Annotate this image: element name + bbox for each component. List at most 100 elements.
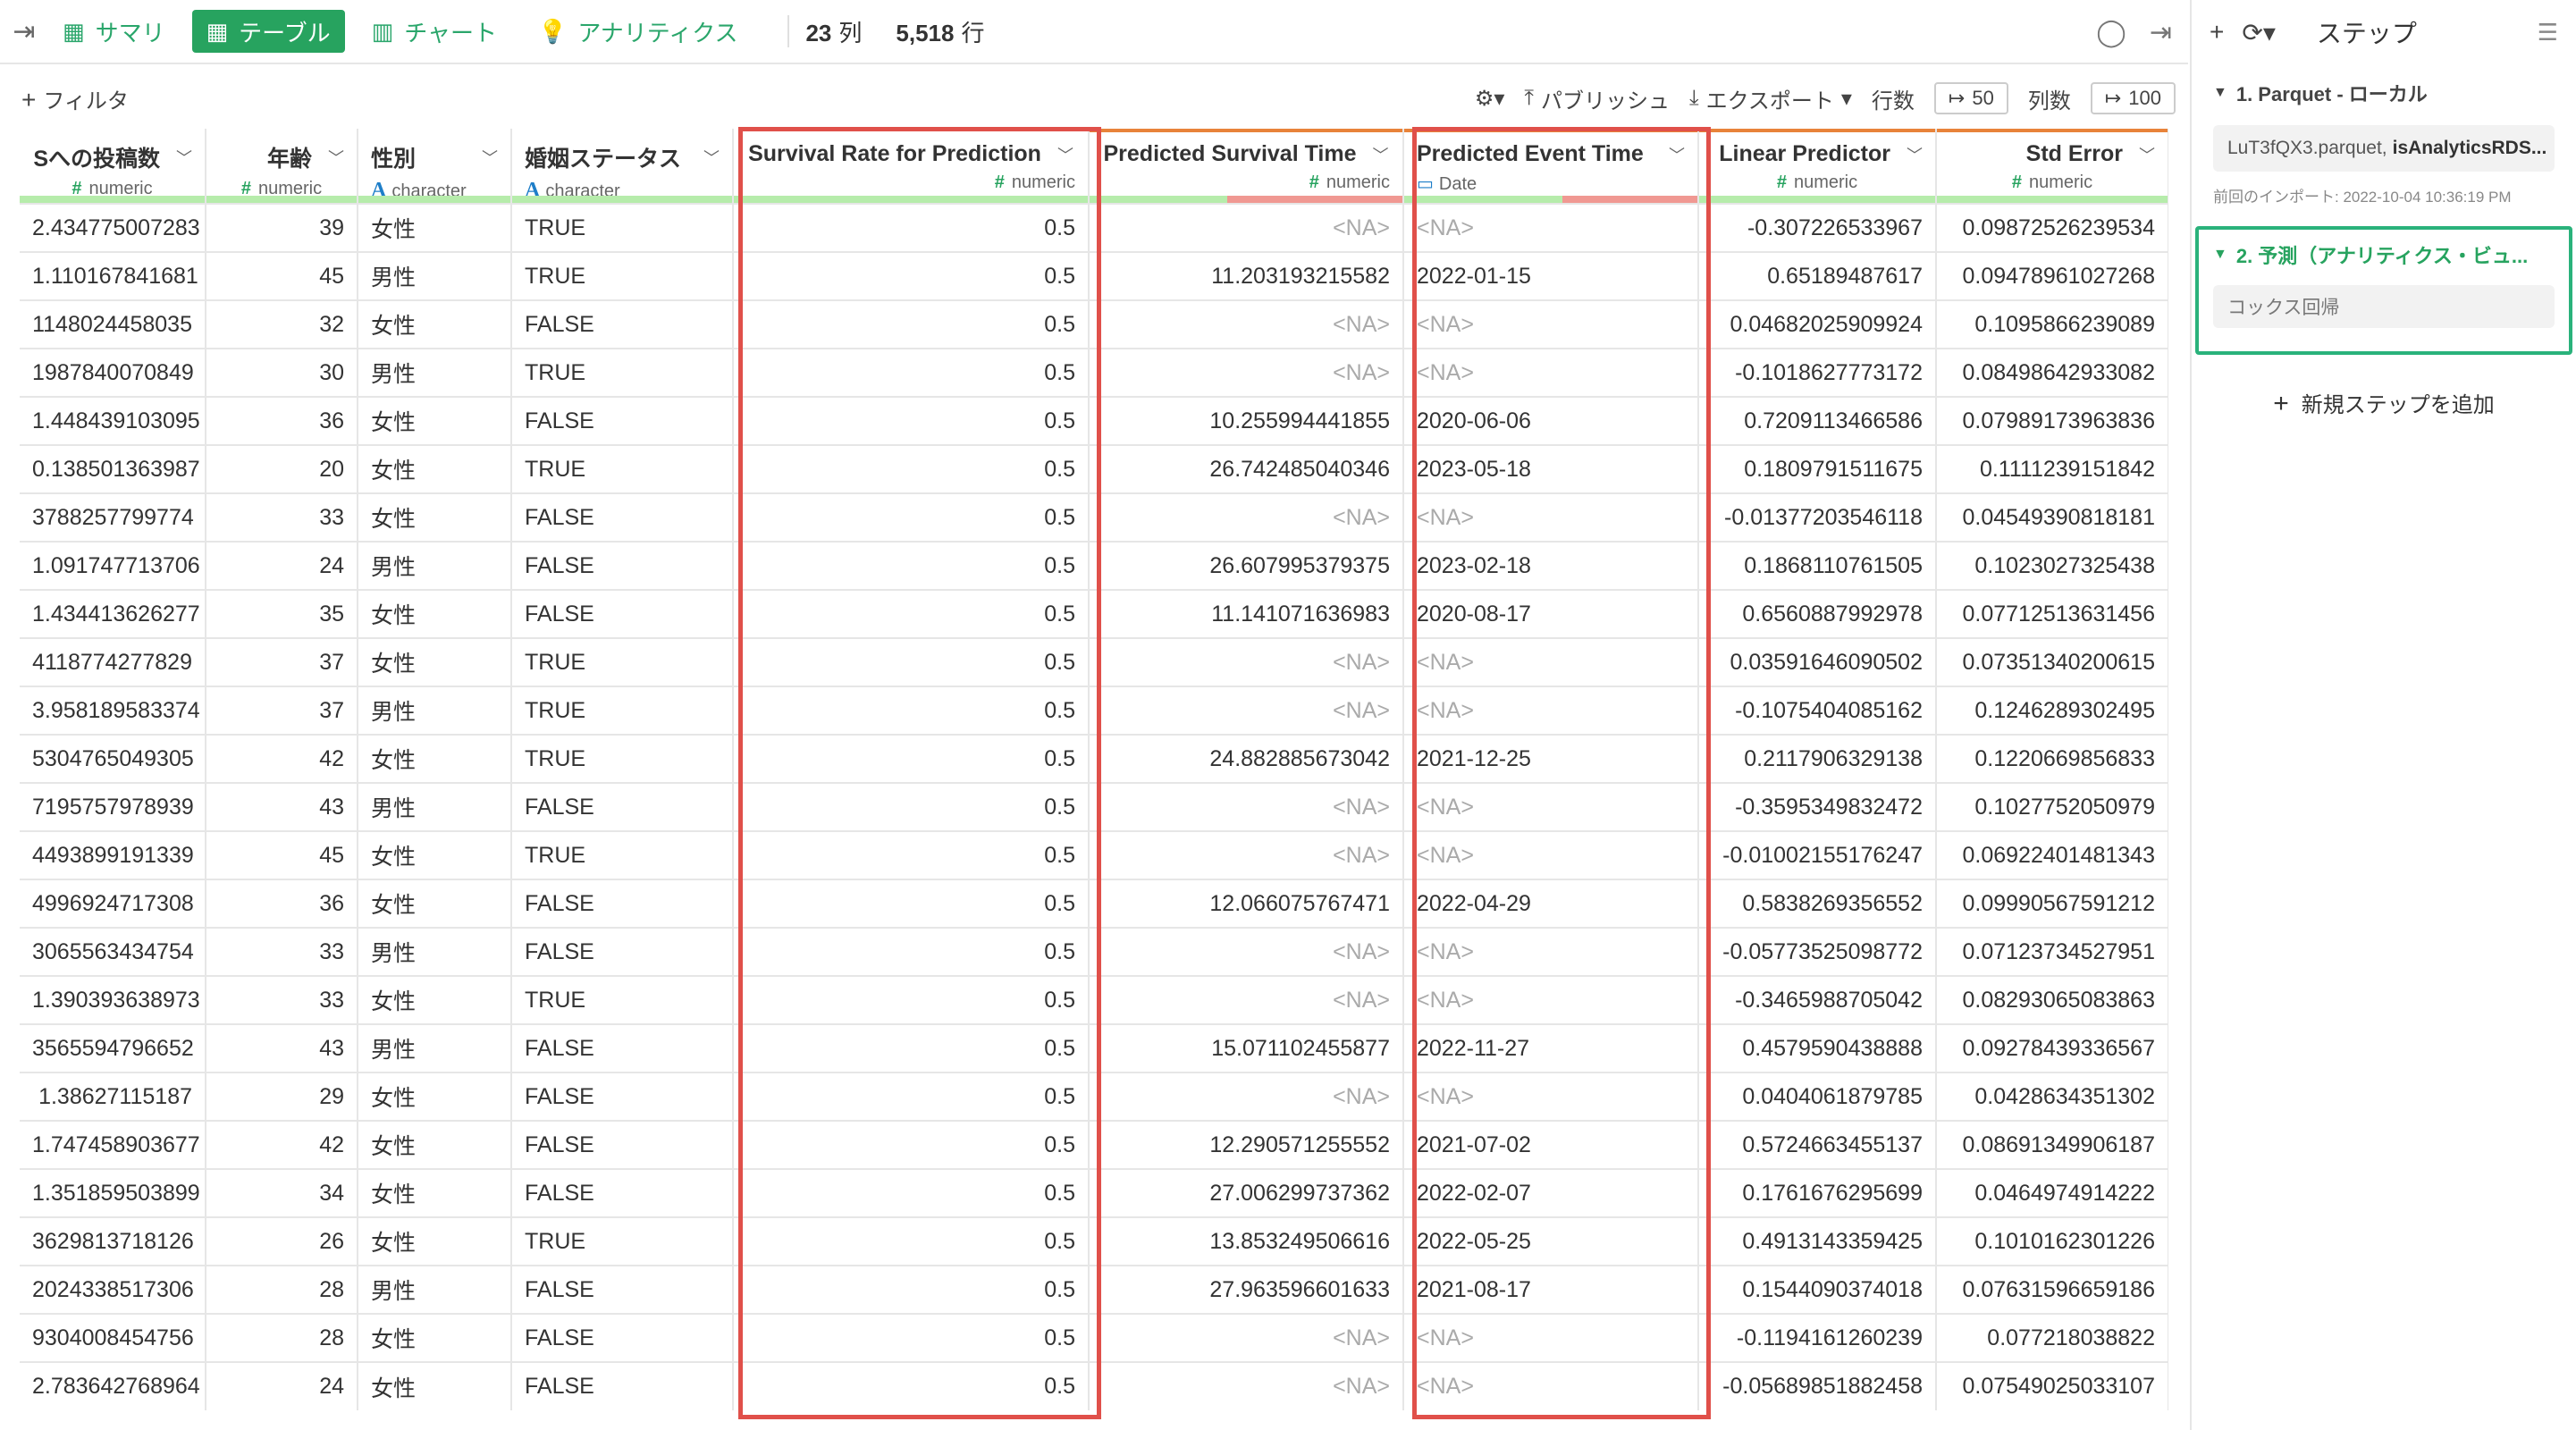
table-cell[interactable]: FALSE bbox=[511, 927, 734, 976]
table-cell[interactable]: 0.1220669856833 bbox=[1936, 734, 2168, 783]
table-cell[interactable]: FALSE bbox=[511, 1023, 734, 1072]
table-cell[interactable]: <NA> bbox=[1089, 975, 1404, 1024]
table-cell[interactable]: TRUE bbox=[511, 734, 734, 783]
chevron-down-icon[interactable]: ﹀ bbox=[1373, 143, 1389, 166]
table-row[interactable]: 2.783642768964 24 女性 FALSE 0.5 <NA> <NA> -0.056… bbox=[20, 1361, 2168, 1410]
table-cell[interactable]: 2021-08-17 bbox=[1403, 1265, 1699, 1314]
table-row[interactable]: 0.138501363987 20 女性 TRUE 0.5 26.742485040346… bbox=[20, 444, 2168, 493]
table-cell[interactable]: 0.5 bbox=[733, 782, 1090, 831]
collapse-triangle-icon[interactable]: ▼ bbox=[2213, 85, 2227, 101]
table-cell[interactable]: 0.07549025033107 bbox=[1936, 1361, 2168, 1410]
table-row[interactable]: 1.448439103095 36 女性 FALSE 0.5 10.25599444185… bbox=[20, 396, 2168, 445]
table-cell[interactable]: 0.5 bbox=[733, 1216, 1090, 1266]
table-cell[interactable]: 0.5 bbox=[733, 1265, 1090, 1314]
step-1[interactable]: ▼ 1. Parquet - ローカル LuT3fQX3.parquet, isAn… bbox=[2192, 64, 2576, 206]
table-cell[interactable]: 26.742485040346 bbox=[1089, 444, 1404, 493]
table-cell[interactable]: 女性 bbox=[358, 444, 512, 493]
table-cell[interactable]: <NA> bbox=[1403, 782, 1699, 831]
table-cell[interactable]: 0.5 bbox=[733, 589, 1090, 638]
table-cell[interactable]: 0.08293065083863 bbox=[1936, 975, 2168, 1024]
sliders-icon[interactable]: ☰ bbox=[2538, 19, 2558, 46]
table-cell[interactable]: 0.5 bbox=[733, 1072, 1090, 1121]
chevron-down-icon[interactable]: ﹀ bbox=[1057, 143, 1073, 166]
table-cell[interactable]: 0.1010162301226 bbox=[1936, 1216, 2168, 1266]
table-cell[interactable]: 0.09478961027268 bbox=[1936, 251, 2168, 300]
table-cell[interactable]: 2022-02-07 bbox=[1403, 1168, 1699, 1217]
table-cell[interactable]: 1.091747713706 bbox=[20, 541, 206, 590]
table-cell[interactable]: 0.0464974914222 bbox=[1936, 1168, 2168, 1217]
table-cell[interactable]: FALSE bbox=[511, 589, 734, 638]
table-cell[interactable]: <NA> bbox=[1089, 782, 1404, 831]
add-step-button[interactable]: + 新規ステップを追加 bbox=[2192, 387, 2576, 419]
table-cell[interactable]: 女性 bbox=[358, 975, 512, 1024]
table-cell[interactable]: 2020-06-06 bbox=[1403, 396, 1699, 445]
table-cell[interactable]: 37 bbox=[206, 637, 358, 686]
table-cell[interactable]: 12.290571255552 bbox=[1089, 1120, 1404, 1169]
table-cell[interactable]: 0.07712513631456 bbox=[1936, 589, 2168, 638]
table-cell[interactable]: 2020-08-17 bbox=[1403, 589, 1699, 638]
table-row[interactable]: 1.091747713706 24 男性 FALSE 0.5 26.60799537937… bbox=[20, 541, 2168, 590]
table-cell[interactable]: <NA> bbox=[1403, 927, 1699, 976]
table-cell[interactable]: 0.5 bbox=[733, 299, 1090, 349]
column-header[interactable]: NSへの投稿数﹀#numeric bbox=[20, 129, 206, 204]
table-cell[interactable]: 0.138501363987 bbox=[20, 444, 206, 493]
table-cell[interactable]: 2.434775007283 bbox=[20, 203, 206, 252]
table-cell[interactable]: 1.390393638973 bbox=[20, 975, 206, 1024]
table-cell[interactable]: 女性 bbox=[358, 1168, 512, 1217]
table-cell[interactable]: <NA> bbox=[1089, 1361, 1404, 1410]
table-cell[interactable]: 男性 bbox=[358, 1023, 512, 1072]
publish-button[interactable]: ⤒ パブリッシュ bbox=[1524, 83, 1670, 114]
table-cell[interactable]: 43 bbox=[206, 1023, 358, 1072]
table-cell[interactable]: 0.07631596659186 bbox=[1936, 1265, 2168, 1314]
table-cell[interactable]: <NA> bbox=[1403, 975, 1699, 1024]
table-row[interactable]: 3788257799774 33 女性 FALSE 0.5 <NA> <NA> -0.0137… bbox=[20, 492, 2168, 542]
table-cell[interactable]: 2023-02-18 bbox=[1403, 541, 1699, 590]
table-cell[interactable]: <NA> bbox=[1403, 1072, 1699, 1121]
table-cell[interactable]: FALSE bbox=[511, 541, 734, 590]
table-cell[interactable]: 24 bbox=[206, 541, 358, 590]
table-cell[interactable]: -0.05689851882458 bbox=[1698, 1361, 1937, 1410]
refresh-icon[interactable]: ⟳▾ bbox=[2242, 18, 2276, 47]
table-cell[interactable]: 5304765049305 bbox=[20, 734, 206, 783]
table-cell[interactable]: 0.4579590438888 bbox=[1698, 1023, 1937, 1072]
table-cell[interactable]: 2021-12-25 bbox=[1403, 734, 1699, 783]
table-cell[interactable]: 0.1544090374018 bbox=[1698, 1265, 1937, 1314]
table-cell[interactable]: TRUE bbox=[511, 830, 734, 879]
table-cell[interactable]: 13.853249506616 bbox=[1089, 1216, 1404, 1266]
table-cell[interactable]: 1.448439103095 bbox=[20, 396, 206, 445]
table-cell[interactable]: 男性 bbox=[358, 541, 512, 590]
table-row[interactable]: 3565594796652 43 男性 FALSE 0.5 15.071102455877… bbox=[20, 1023, 2168, 1072]
table-cell[interactable]: 0.5 bbox=[733, 975, 1090, 1024]
table-cell[interactable]: 2022-01-15 bbox=[1403, 251, 1699, 300]
settings-button[interactable]: ⚙▾ bbox=[1475, 86, 1505, 112]
table-row[interactable]: 1.351859503899 34 女性 FALSE 0.5 27.00629973736… bbox=[20, 1168, 2168, 1217]
collapse-right-icon[interactable]: ⇥ bbox=[2150, 17, 2172, 48]
table-cell[interactable]: 4493899191339 bbox=[20, 830, 206, 879]
table-cell[interactable]: -0.01002155176247 bbox=[1698, 830, 1937, 879]
table-cell[interactable]: FALSE bbox=[511, 1265, 734, 1314]
table-cell[interactable]: 42 bbox=[206, 1120, 358, 1169]
table-cell[interactable]: TRUE bbox=[511, 686, 734, 735]
table-cell[interactable]: 7195757978939 bbox=[20, 782, 206, 831]
table-cell[interactable]: 2022-04-29 bbox=[1403, 879, 1699, 928]
table-cell[interactable]: 女性 bbox=[358, 734, 512, 783]
table-cell[interactable]: -0.3465988705042 bbox=[1698, 975, 1937, 1024]
table-row[interactable]: 2.434775007283 39 女性 TRUE 0.5 <NA> <NA> -0.3072… bbox=[20, 203, 2168, 252]
table-cell[interactable]: 女性 bbox=[358, 299, 512, 349]
table-cell[interactable]: <NA> bbox=[1403, 1361, 1699, 1410]
column-header[interactable]: Predicted Event Time ﹀ ▭ Date bbox=[1403, 129, 1699, 204]
table-row[interactable]: 9304008454756 28 女性 FALSE 0.5 <NA> <NA> -0.1194… bbox=[20, 1313, 2168, 1362]
table-cell[interactable]: 3.958189583374 bbox=[20, 686, 206, 735]
table-cell[interactable]: 0.65189487617 bbox=[1698, 251, 1937, 300]
table-cell[interactable]: 0.5 bbox=[733, 1168, 1090, 1217]
table-cell[interactable]: 24 bbox=[206, 1361, 358, 1410]
table-cell[interactable]: 女性 bbox=[358, 637, 512, 686]
table-cell[interactable]: <NA> bbox=[1089, 830, 1404, 879]
table-cell[interactable]: FALSE bbox=[511, 1168, 734, 1217]
table-cell[interactable]: 4118774277829 bbox=[20, 637, 206, 686]
table-cell[interactable]: 0.07351340200615 bbox=[1936, 637, 2168, 686]
table-cell[interactable]: <NA> bbox=[1403, 1313, 1699, 1362]
table-cell[interactable]: 0.5 bbox=[733, 396, 1090, 445]
table-cell[interactable]: -0.01377203546118 bbox=[1698, 492, 1937, 542]
table-cell[interactable]: 26 bbox=[206, 1216, 358, 1266]
